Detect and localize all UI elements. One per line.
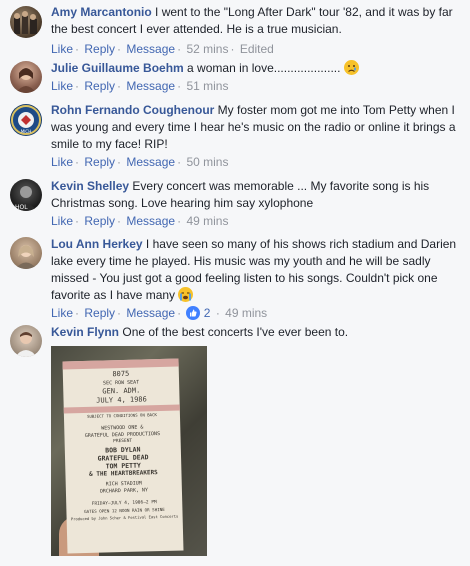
reply-link[interactable]: Reply bbox=[84, 214, 115, 228]
like-link[interactable]: Like bbox=[51, 306, 73, 320]
sad-face-emoji-icon bbox=[343, 60, 359, 75]
reaction-count[interactable]: 2 bbox=[204, 306, 211, 320]
message-link[interactable]: Message bbox=[126, 214, 175, 228]
comment-author[interactable]: Kevin Flynn bbox=[51, 325, 119, 339]
message-link[interactable]: Message bbox=[126, 79, 175, 93]
edited-label[interactable]: Edited bbox=[240, 42, 274, 56]
ticket-date: JULY 4, 1986 bbox=[96, 395, 147, 405]
avatar[interactable] bbox=[10, 6, 42, 38]
ticket-city: ORCHARD PARK, NY bbox=[99, 487, 149, 495]
comment-author[interactable]: Julie Guillaume Boehm bbox=[51, 61, 184, 75]
timestamp[interactable]: 51 mins bbox=[186, 79, 228, 93]
comment-author[interactable]: Rohn Fernando Coughenour bbox=[51, 103, 214, 117]
person-photo-icon bbox=[16, 68, 36, 93]
team-logo-icon: MICH bbox=[11, 105, 41, 135]
svg-text:MICH: MICH bbox=[21, 129, 31, 134]
reply-link[interactable]: Reply bbox=[84, 306, 115, 320]
reply-link[interactable]: Reply bbox=[84, 42, 115, 56]
concert-ticket: 8075 SEC ROW SEAT GEN. ADM. JULY 4, 1986… bbox=[62, 358, 184, 554]
like-link[interactable]: Like bbox=[51, 42, 73, 56]
person-photo-icon bbox=[15, 245, 37, 269]
reply-link[interactable]: Reply bbox=[84, 79, 115, 93]
avatar[interactable]: HOL bbox=[10, 179, 42, 211]
svg-text:HOL: HOL bbox=[15, 204, 28, 211]
timestamp[interactable]: 50 mins bbox=[186, 155, 228, 169]
comment-author[interactable]: Kevin Shelley bbox=[51, 179, 129, 193]
comment-author[interactable]: Lou Ann Herkey bbox=[51, 237, 143, 251]
ticket-producer: Produced by John Scher & Festival East C… bbox=[70, 513, 179, 522]
timestamp[interactable]: 49 mins bbox=[225, 306, 267, 320]
ticket-act4: & THE HEARTBREAKERS bbox=[89, 469, 158, 478]
like-link[interactable]: Like bbox=[51, 155, 73, 169]
comment-author[interactable]: Amy Marcantonio bbox=[51, 5, 152, 19]
comment-text: One of the best concerts I've ever been … bbox=[122, 325, 349, 339]
band-photo-icon bbox=[14, 11, 37, 34]
avatar[interactable] bbox=[10, 61, 42, 93]
like-link[interactable]: Like bbox=[51, 214, 73, 228]
person-photo-icon bbox=[15, 332, 37, 357]
crying-face-emoji-icon bbox=[178, 287, 194, 302]
ticket-small-print: SUBJECT TO CONDITIONS ON BACK bbox=[86, 412, 157, 419]
message-link[interactable]: Message bbox=[126, 155, 175, 169]
message-link[interactable]: Message bbox=[126, 42, 175, 56]
ticket-photo[interactable]: 8075 SEC ROW SEAT GEN. ADM. JULY 4, 1986… bbox=[51, 346, 207, 556]
timestamp[interactable]: 49 mins bbox=[186, 214, 228, 228]
timestamp[interactable]: 52 mins bbox=[186, 42, 228, 56]
avatar[interactable]: MICH bbox=[10, 104, 42, 136]
reactions[interactable]: 2 bbox=[186, 306, 213, 320]
avatar[interactable] bbox=[10, 237, 42, 269]
message-link[interactable]: Message bbox=[126, 306, 175, 320]
person-photo-icon: HOL bbox=[15, 186, 37, 211]
avatar[interactable] bbox=[10, 325, 42, 357]
like-link[interactable]: Like bbox=[51, 79, 73, 93]
like-reaction-icon bbox=[186, 306, 201, 320]
comment-text: a woman in love.................... bbox=[187, 61, 341, 75]
reply-link[interactable]: Reply bbox=[84, 155, 115, 169]
